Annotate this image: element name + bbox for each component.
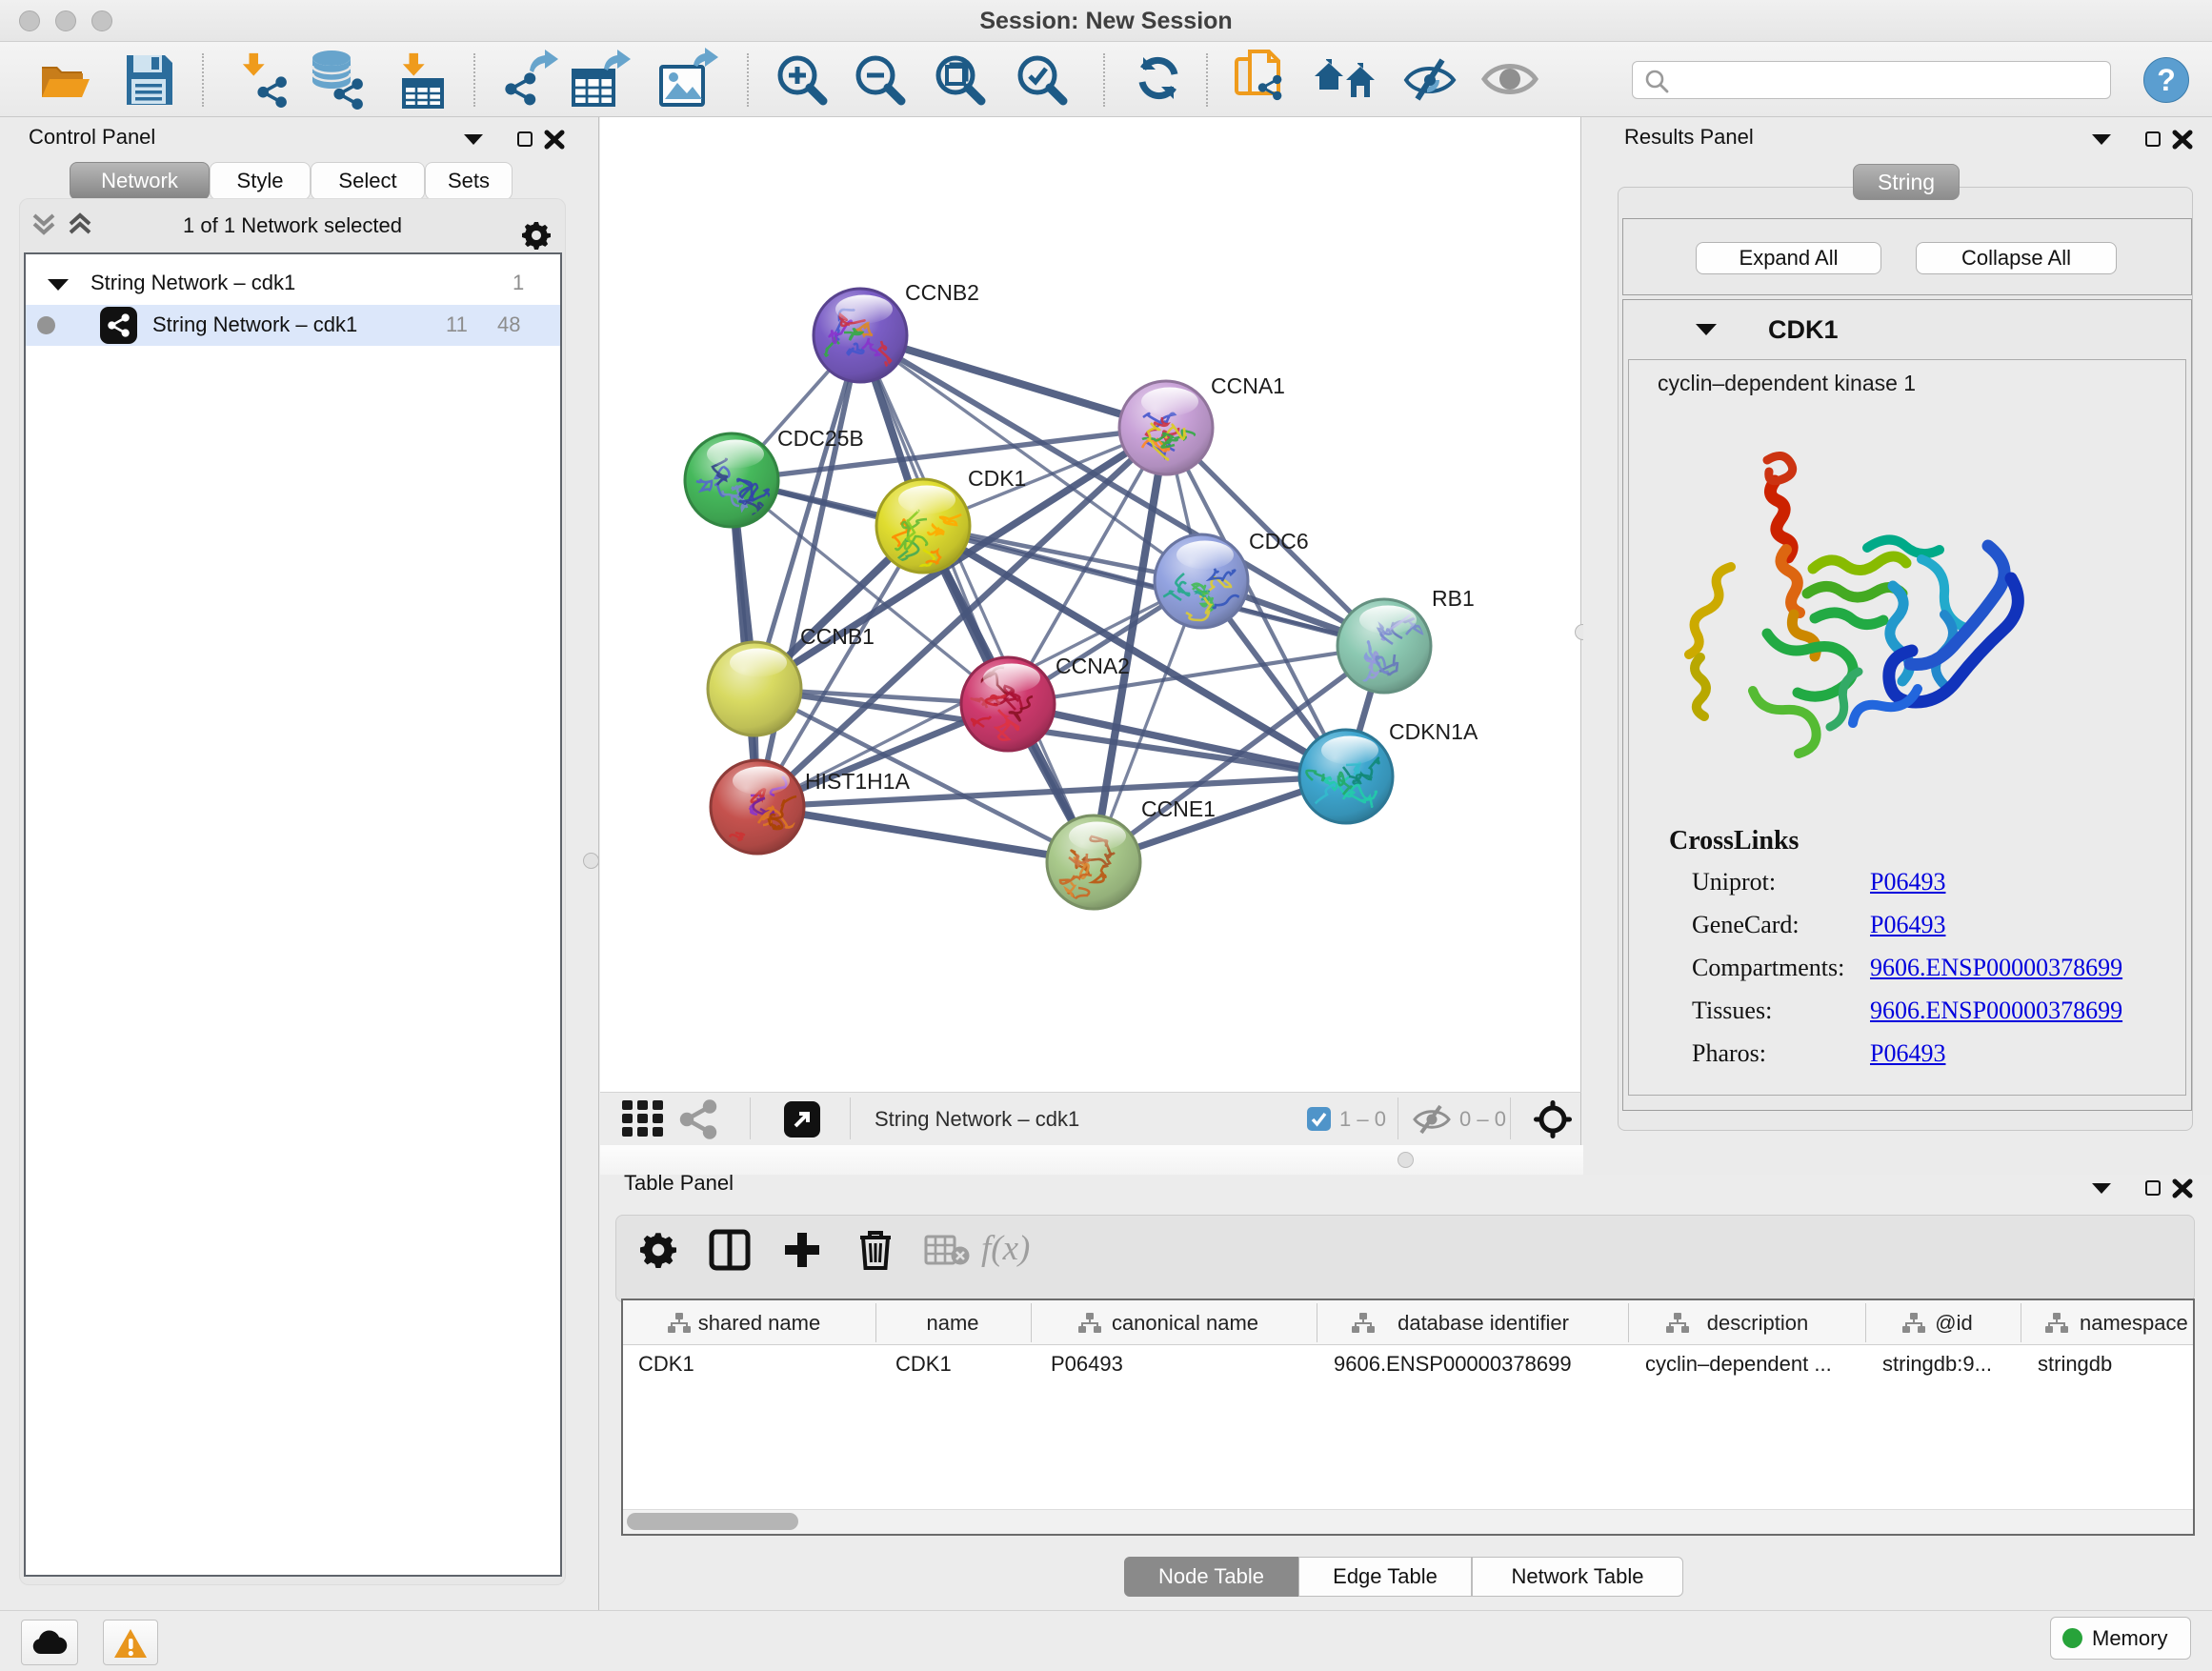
- svg-text:CCNB1: CCNB1: [800, 624, 875, 649]
- svg-text:CDC25B: CDC25B: [777, 426, 864, 451]
- svg-text:RB1: RB1: [1432, 586, 1475, 611]
- svg-text:CCNE1: CCNE1: [1141, 796, 1216, 821]
- svg-text:CDKN1A: CDKN1A: [1389, 719, 1478, 744]
- svg-text:CCNA1: CCNA1: [1211, 373, 1285, 398]
- svg-text:CCNA2: CCNA2: [1056, 654, 1130, 678]
- svg-text:CCNB2: CCNB2: [905, 280, 979, 305]
- svg-text:HIST1H1A: HIST1H1A: [805, 769, 911, 794]
- svg-text:CDK1: CDK1: [968, 466, 1026, 491]
- svg-text:CDC6: CDC6: [1249, 529, 1309, 554]
